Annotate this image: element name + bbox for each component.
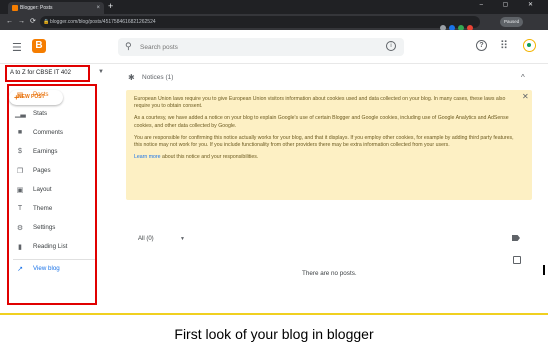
sidebar-item-reading-list[interactable]: ▮ Reading List [9,240,95,255]
screenshot-frame: Blogger: Posts × + – ▢ ✕ ←→⟳ 🔒 blogger.c… [0,0,548,315]
posts-filter[interactable]: All (0) [138,236,154,242]
profile-paused-badge[interactable]: Paused [500,17,524,27]
notice-link-suffix: about this notice and your responsibilit… [160,153,259,160]
stats-icon: ▁▃ [15,111,26,118]
tab-title: Blogger: Posts [20,5,53,11]
sidebar-item-label: Stats [33,110,48,117]
sidebar-item-layout[interactable]: ▣ Layout [9,183,95,198]
sidebar-item-earnings[interactable]: $ Earnings [9,145,95,160]
earnings-icon: $ [18,148,22,155]
sidebar-divider [13,259,95,260]
layout-icon: ▣ [16,187,24,194]
notices-title: Notices (1) [142,74,174,81]
lock-icon: 🔒 [43,19,50,25]
select-all-checkbox[interactable] [513,256,521,264]
apps-grid-icon[interactable]: ⠿ [500,39,508,52]
sidebar-item-label: Posts [33,91,49,98]
label-icon[interactable] [512,235,520,241]
search-input[interactable] [140,40,380,54]
external-link-icon: ↗ [17,266,23,273]
url-text: blogger.com/blog/posts/45175846168212625… [50,19,156,25]
chevron-down-icon[interactable]: ▼ [180,236,185,242]
notice-learn-more: Learn more about this notice and your re… [134,154,518,161]
sidebar-item-label: Theme [33,205,53,212]
bug-icon: ✱ [128,73,135,82]
sidebar-item-label: View blog [33,265,60,272]
sidebar-item-view-blog[interactable]: ↗ View blog [9,262,95,277]
scrollbar[interactable] [543,265,545,275]
address-bar[interactable]: 🔒 blogger.com/blog/posts/451758461682126… [40,16,480,28]
sidebar-item-label: Settings [33,224,56,231]
notice-paragraph: You are responsible for confirming this … [134,134,514,149]
blog-selector[interactable]: A to Z for CBSE IT 402 [5,65,90,82]
theme-icon: T [17,205,23,212]
menu-icon[interactable]: ☰ [12,41,22,54]
navigation-icons[interactable]: ←→⟳ [6,17,41,25]
sidebar-item-comments[interactable]: ■ Comments [9,126,95,141]
comments-icon: ■ [17,129,23,136]
notice-paragraph: European Union laws require you to give … [134,96,506,110]
app-header: ☰ B ⚲ i ? ⠿ [0,30,548,64]
bookmark-icon: ▮ [18,244,22,251]
chevron-down-icon[interactable]: ▼ [98,69,104,75]
eu-cookie-notice: European Union laws require you to give … [126,90,532,200]
sidebar-item-theme[interactable]: T Theme [9,202,95,217]
tab-close-icon[interactable]: × [96,2,100,14]
gear-icon: ⚙ [16,225,24,232]
sidebar-item-stats[interactable]: ▁▃ Stats [9,107,95,122]
blogger-favicon-icon [12,5,18,11]
sidebar-item-posts[interactable]: ▤ Posts [9,88,95,103]
sidebar-item-settings[interactable]: ⚙ Settings [9,221,95,236]
sidebar-item-label: Pages [33,167,51,174]
info-icon[interactable]: i [386,41,396,51]
avatar[interactable] [523,39,536,52]
close-icon[interactable]: ✕ [522,92,529,100]
search-icon[interactable]: ⚲ [125,41,132,52]
browser-toolbar: ←→⟳ 🔒 blogger.com/blog/posts/45175846168… [0,14,548,31]
sidebar-item-label: Reading List [33,243,68,250]
sidebar-item-label: Layout [33,186,52,193]
posts-icon: ▤ [16,92,24,99]
sidebar-item-label: Comments [33,129,63,136]
help-icon[interactable]: ? [476,40,487,51]
window-controls[interactable]: – ▢ ✕ [480,1,542,8]
chevron-up-icon[interactable]: ^ [521,73,525,82]
sidebar-item-label: Earnings [33,148,58,155]
search-bar[interactable]: ⚲ i [118,38,404,56]
empty-state-message: There are no posts. [302,270,357,277]
pages-icon: ❐ [16,168,24,175]
sidebar-item-pages[interactable]: ❐ Pages [9,164,95,179]
sidebar-nav: ▤ Posts ▁▃ Stats ■ Comments $ Earnings ❐… [7,84,97,305]
new-tab-button[interactable]: + [108,1,113,11]
notice-paragraph: As a courtesy, we have added a notice on… [134,115,509,129]
main-content: ✱ Notices (1) ^ European Union laws requ… [116,64,548,313]
figure-caption: First look of your blog in blogger [174,326,374,342]
browser-tab-bar: Blogger: Posts × + – ▢ ✕ [0,0,548,14]
learn-more-link[interactable]: Learn more [134,154,161,160]
blogger-logo[interactable]: B [32,39,46,53]
browser-tab[interactable]: Blogger: Posts × [8,2,104,14]
